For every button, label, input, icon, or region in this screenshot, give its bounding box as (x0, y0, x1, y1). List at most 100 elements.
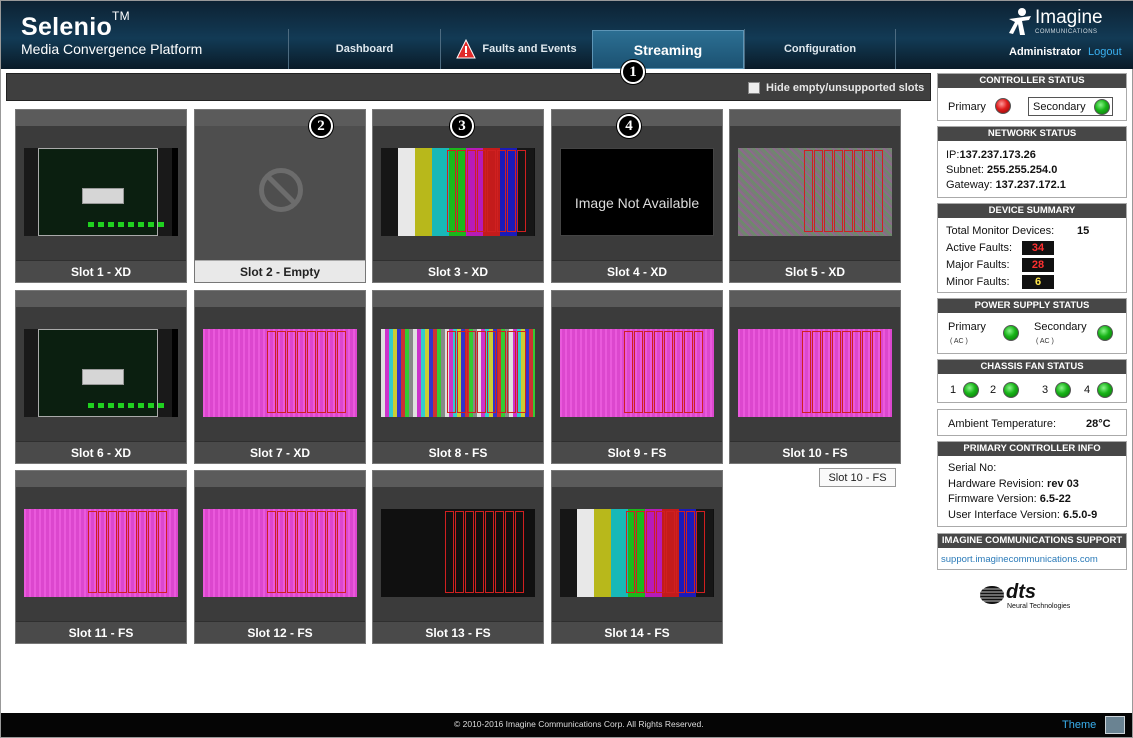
panel-header: PRIMARY CONTROLLER INFO (938, 442, 1126, 456)
major-faults-label: Major Faults: (946, 259, 1010, 271)
network-status-panel: NETWORK STATUS IP:137.237.173.26 Subnet:… (937, 126, 1127, 198)
slot-tile[interactable]: Image Not Available Slot 4 - XD (551, 109, 723, 283)
slot-thumbnail (738, 148, 892, 236)
no-signal-icon (259, 168, 303, 212)
psu-secondary-ac: ( AC ) (1036, 338, 1054, 345)
tab-dashboard-label: Dashboard (335, 43, 394, 55)
slot-thumbnail (381, 148, 535, 236)
dts-logo: dts Neural Technologies (979, 581, 1079, 615)
hide-empty-checkbox[interactable] (748, 82, 760, 94)
slot-thumbnail (381, 509, 535, 597)
slot-label: Slot 6 - XD (16, 441, 186, 463)
panel-header: IMAGINE COMMUNICATIONS SUPPORT (938, 534, 1126, 548)
dts-globe-icon (980, 586, 1004, 604)
hide-empty-label[interactable]: Hide empty/unsupported slots (766, 82, 924, 94)
callout-marker: 1 (621, 60, 645, 84)
panel-header: NETWORK STATUS (938, 127, 1126, 141)
tab-streaming[interactable]: Streaming (592, 30, 744, 69)
slot-tile[interactable]: Slot 7 - XD (194, 290, 366, 464)
callout-marker: 4 (617, 114, 641, 138)
psu-primary-led (1003, 325, 1019, 341)
logout-link[interactable]: Logout (1088, 46, 1122, 58)
subnet-row: Subnet: 255.255.254.0 (946, 164, 1058, 176)
ambient-temperature-panel: Ambient Temperature: 28°C (937, 409, 1127, 436)
controller-secondary-label: Secondary (1033, 101, 1086, 113)
tab-streaming-label: Streaming (633, 41, 703, 58)
fan-1-led (963, 382, 979, 398)
slot-header-bar (730, 110, 900, 126)
imagine-logo: Imagine COMMUNICATIONS (1007, 5, 1127, 39)
slot-label: Slot 3 - XD (373, 260, 543, 282)
slot-tile[interactable]: Slot 1 - XD (15, 109, 187, 283)
panel-header: POWER SUPPLY STATUS (938, 299, 1126, 313)
image-not-available-text: Image Not Available (574, 195, 700, 211)
slot-label: Slot 7 - XD (195, 441, 365, 463)
support-panel: IMAGINE COMMUNICATIONS SUPPORT support.i… (937, 533, 1127, 570)
slot-thumbnail (738, 329, 892, 417)
slot-thumbnail (203, 509, 357, 597)
controller-primary-label: Primary (948, 101, 986, 113)
ambient-temperature-value: 28°C (1086, 418, 1111, 430)
theme-link[interactable]: Theme (1062, 719, 1096, 731)
slot-header-bar (195, 291, 365, 307)
slot-label: Slot 10 - FS (730, 441, 900, 463)
minor-faults-label: Minor Faults: (946, 276, 1010, 288)
tab-configuration-label: Configuration (783, 43, 857, 55)
active-faults-value[interactable]: 34 (1022, 241, 1054, 255)
ambient-temperature-label: Ambient Temperature: (948, 418, 1057, 430)
slot-header-bar (373, 291, 543, 307)
secondary-status-led (1094, 99, 1110, 115)
slot-tile[interactable]: Slot 11 - FS (15, 470, 187, 644)
slot-tile[interactable]: Slot 5 - XD (729, 109, 901, 283)
theme-icon[interactable] (1105, 716, 1125, 734)
device-summary-panel: DEVICE SUMMARY Total Monitor Devices: 15… (937, 203, 1127, 293)
hardware-revision-row: Hardware Revision: rev 03 (948, 478, 1079, 490)
slot-header-bar (552, 471, 722, 487)
panel-header: CONTROLLER STATUS (938, 74, 1126, 88)
dts-logo-subtext: Neural Technologies (1007, 603, 1071, 610)
slot-thumbnail (381, 329, 535, 417)
slot-header-bar (16, 471, 186, 487)
slot-tile[interactable]: Slot 14 - FS (551, 470, 723, 644)
active-faults-label: Active Faults: (946, 242, 1013, 254)
logo-subtext: COMMUNICATIONS (1035, 29, 1098, 35)
tab-dashboard[interactable]: Dashboard (288, 29, 440, 69)
psu-primary-ac: ( AC ) (950, 338, 968, 345)
major-faults-value[interactable]: 28 (1022, 258, 1054, 272)
slot-header-bar (195, 471, 365, 487)
slot-tile[interactable]: Slot 9 - FS (551, 290, 723, 464)
tab-faults-and-events[interactable]: Faults and Events (440, 29, 592, 69)
dts-logo-text: dts (1006, 581, 1036, 603)
chassis-fan-panel: CHASSIS FAN STATUS 1 2 3 4 (937, 359, 1127, 403)
panel-header: DEVICE SUMMARY (938, 204, 1126, 218)
psu-primary-label: Primary (948, 321, 986, 333)
slot-tile[interactable]: Slot 2 - Empty (194, 109, 366, 283)
copyright-text: © 2010-2016 Imagine Communications Corp.… (454, 719, 704, 729)
primary-controller-info-panel: PRIMARY CONTROLLER INFO Serial No: Hardw… (937, 441, 1127, 527)
brand-subtitle: Media Convergence Platform (21, 41, 203, 57)
slot-tooltip: Slot 10 - FS (819, 468, 896, 487)
app-window: SelenioTM Media Convergence Platform Das… (0, 0, 1133, 738)
slot-tile[interactable]: Slot 13 - FS (372, 470, 544, 644)
slot-label: Slot 9 - FS (552, 441, 722, 463)
secondary-controller-box[interactable]: Secondary (1028, 97, 1113, 116)
gateway-row: Gateway: 137.237.172.1 (946, 179, 1066, 191)
support-link[interactable]: support.imaginecommunications.com (941, 554, 1098, 565)
slot-thumbnail (24, 329, 178, 417)
fan-3-led (1055, 382, 1071, 398)
slot-tile[interactable]: Slot 12 - FS (194, 470, 366, 644)
slot-tile[interactable]: Slot 6 - XD (15, 290, 187, 464)
ip-row: IP:137.237.173.26 (946, 149, 1036, 161)
slot-tile[interactable]: Slot 10 - FS (729, 290, 901, 464)
fan-label: 1 (950, 384, 957, 396)
power-supply-panel: POWER SUPPLY STATUS Primary ( AC ) Secon… (937, 298, 1127, 354)
slot-label: Slot 8 - FS (373, 441, 543, 463)
panel-header: CHASSIS FAN STATUS (938, 360, 1126, 374)
slot-header-bar (16, 291, 186, 307)
tab-configuration[interactable]: Configuration (744, 29, 896, 69)
minor-faults-value[interactable]: 6 (1022, 275, 1054, 289)
logo-text: Imagine (1035, 7, 1103, 28)
slot-tile[interactable]: Slot 8 - FS (372, 290, 544, 464)
slot-header-bar (16, 110, 186, 126)
slot-label: Slot 2 - Empty (195, 260, 365, 282)
